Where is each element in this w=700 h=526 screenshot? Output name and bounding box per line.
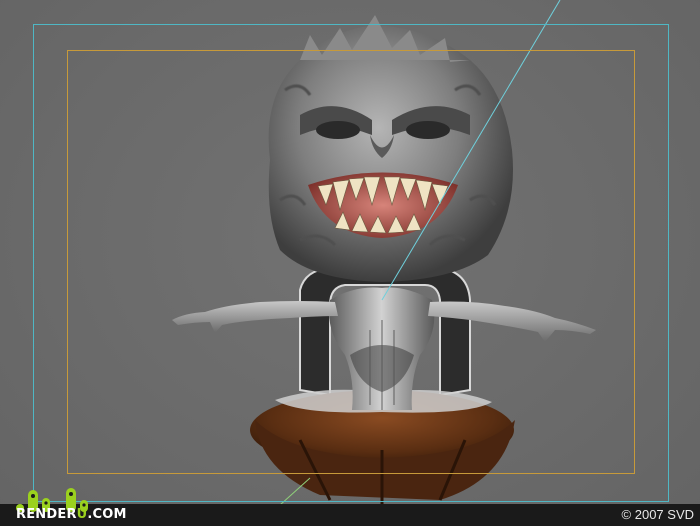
copyright-text: © 2007 SVD [621,507,694,522]
render-viewport: RENDERU.COM © 2007 SVD [0,0,700,526]
renderu-logo-text: RENDERU.COM [16,507,127,522]
safe-frame-inner [67,50,635,474]
